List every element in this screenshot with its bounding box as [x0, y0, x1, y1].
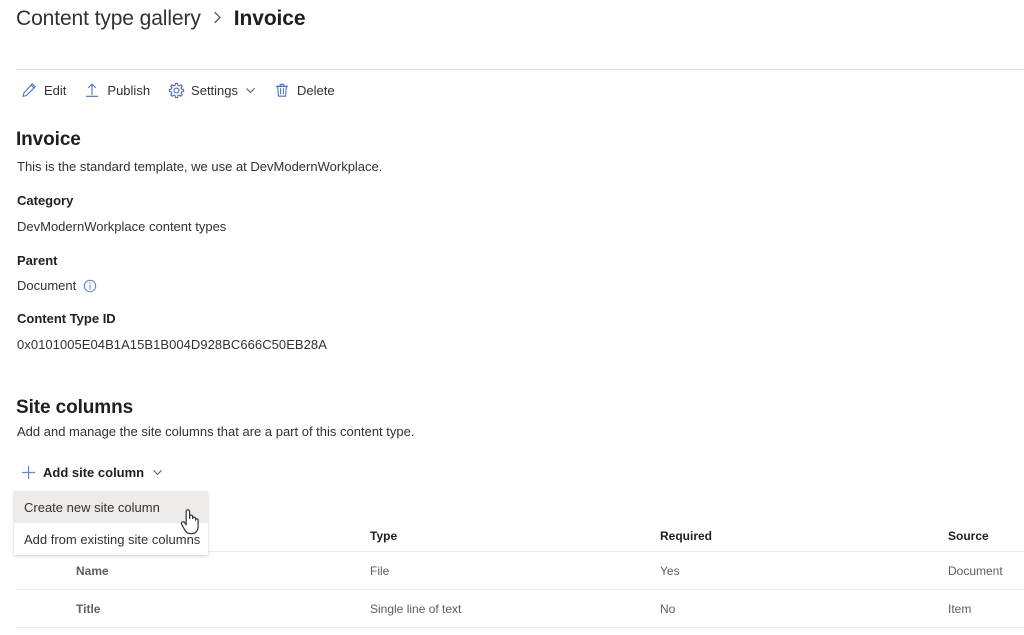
add-site-column-button[interactable]: Add site column: [16, 459, 169, 485]
chevron-down-icon: [245, 85, 256, 96]
parent-value: Document: [17, 278, 76, 293]
pencil-icon: [20, 81, 38, 99]
breadcrumb-current: Invoice: [234, 7, 306, 31]
add-site-column-label: Add site column: [43, 465, 144, 480]
page-title: Invoice: [16, 129, 81, 151]
site-columns-title: Site columns: [16, 397, 133, 419]
column-header-type[interactable]: Type: [370, 529, 660, 543]
category-value: DevModernWorkplace content types: [17, 219, 226, 234]
publish-button-label: Publish: [107, 83, 150, 98]
menu-item-add-from-existing-site-columns[interactable]: Add from existing site columns: [14, 523, 208, 555]
cell-type: File: [370, 564, 660, 578]
cell-required: Yes: [660, 564, 948, 578]
delete-button[interactable]: Delete: [267, 77, 344, 103]
breadcrumb: Content type gallery Invoice: [16, 2, 305, 36]
add-site-column-menu: Create new site column Add from existing…: [14, 491, 208, 555]
trash-icon: [273, 81, 291, 99]
cell-name: Name: [16, 564, 370, 578]
category-label: Category: [17, 193, 73, 208]
header-divider: [16, 69, 1024, 70]
info-icon[interactable]: [83, 279, 97, 293]
settings-button-label: Settings: [191, 83, 238, 98]
cell-source: Item: [948, 602, 1024, 616]
cell-source: Document: [948, 564, 1024, 578]
edit-button-label: Edit: [44, 83, 66, 98]
cell-type: Single line of text: [370, 602, 660, 616]
cell-name: Title: [16, 602, 370, 616]
publish-button[interactable]: Publish: [77, 77, 159, 103]
cell-required: No: [660, 602, 948, 616]
chevron-down-icon: [152, 467, 163, 478]
delete-button-label: Delete: [297, 83, 335, 98]
page-description: This is the standard template, we use at…: [17, 159, 382, 174]
breadcrumb-root-link[interactable]: Content type gallery: [16, 7, 201, 31]
table-row[interactable]: Name File Yes Document: [16, 552, 1024, 590]
table-row[interactable]: Title Single line of text No Item: [16, 590, 1024, 628]
parent-label: Parent: [17, 253, 57, 268]
site-columns-description: Add and manage the site columns that are…: [17, 424, 414, 439]
upload-icon: [83, 81, 101, 99]
settings-button[interactable]: Settings: [161, 77, 265, 103]
command-bar: Edit Publish Settings: [14, 77, 346, 103]
breadcrumb-separator-icon: [211, 9, 224, 29]
parent-value-row: Document: [17, 278, 97, 293]
column-header-required[interactable]: Required: [660, 529, 948, 543]
gear-icon: [167, 81, 185, 99]
content-type-id-value: 0x0101005E04B1A15B1B004D928BC666C50EB28A: [17, 337, 327, 352]
menu-item-create-new-site-column[interactable]: Create new site column: [14, 491, 208, 523]
plus-icon: [20, 464, 36, 480]
content-type-id-label: Content Type ID: [17, 311, 116, 326]
edit-button[interactable]: Edit: [14, 77, 75, 103]
column-header-source[interactable]: Source: [948, 529, 1024, 543]
